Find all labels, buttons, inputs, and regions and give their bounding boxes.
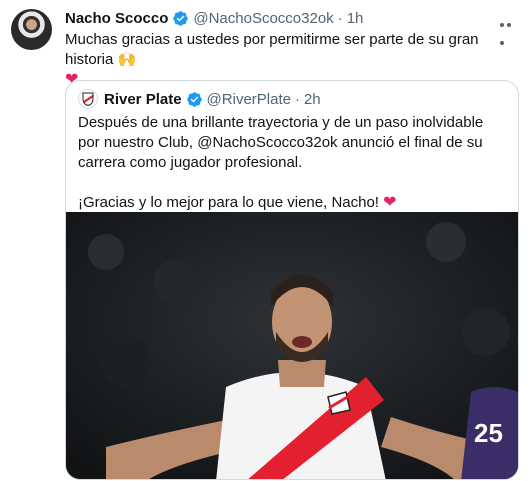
- quoted-closing-line: ¡Gracias y lo mejor para lo que viene, N…: [78, 194, 379, 211]
- quoted-tweet-time[interactable]: 2h: [304, 91, 321, 108]
- more-options-icon[interactable]: [500, 14, 520, 45]
- quoted-tweet-text: Después de una brillante trayectoria y d…: [78, 113, 506, 213]
- quoted-tweet[interactable]: River Plate @RiverPlate · 2h Después de …: [65, 80, 519, 480]
- avatar[interactable]: [11, 9, 52, 50]
- author-name[interactable]: Nacho Scocco: [65, 10, 168, 27]
- river-plate-logo-icon[interactable]: [78, 89, 98, 109]
- tweet-header: Nacho Scocco @NachoScocco32ok · 1h: [65, 8, 363, 28]
- red-heart-emoji: ❤: [383, 194, 397, 211]
- quoted-author-name[interactable]: River Plate: [104, 91, 182, 108]
- quoted-paragraph-2: ¡Gracias y lo mejor para lo que viene, N…: [78, 193, 506, 213]
- verified-badge-icon: [173, 10, 189, 26]
- quoted-paragraph-1: Después de una brillante trayectoria y d…: [78, 114, 484, 171]
- verified-badge-icon: [186, 91, 202, 107]
- separator-dot: ·: [337, 9, 343, 27]
- tweet-photo[interactable]: 25: [66, 212, 518, 479]
- tweet[interactable]: Nacho Scocco @NachoScocco32ok · 1h Mucha…: [0, 0, 532, 481]
- quoted-author-handle[interactable]: @RiverPlate: [207, 91, 291, 108]
- player-number: 25: [474, 418, 503, 448]
- separator-dot: ·: [294, 90, 300, 108]
- celebration-photo: 25: [66, 212, 518, 479]
- author-handle[interactable]: @NachoScocco32ok: [193, 10, 333, 27]
- tweet-time[interactable]: 1h: [347, 10, 364, 27]
- raised-hands-emoji: 🙌: [117, 51, 137, 68]
- quoted-tweet-header: River Plate @RiverPlate · 2h: [78, 89, 321, 109]
